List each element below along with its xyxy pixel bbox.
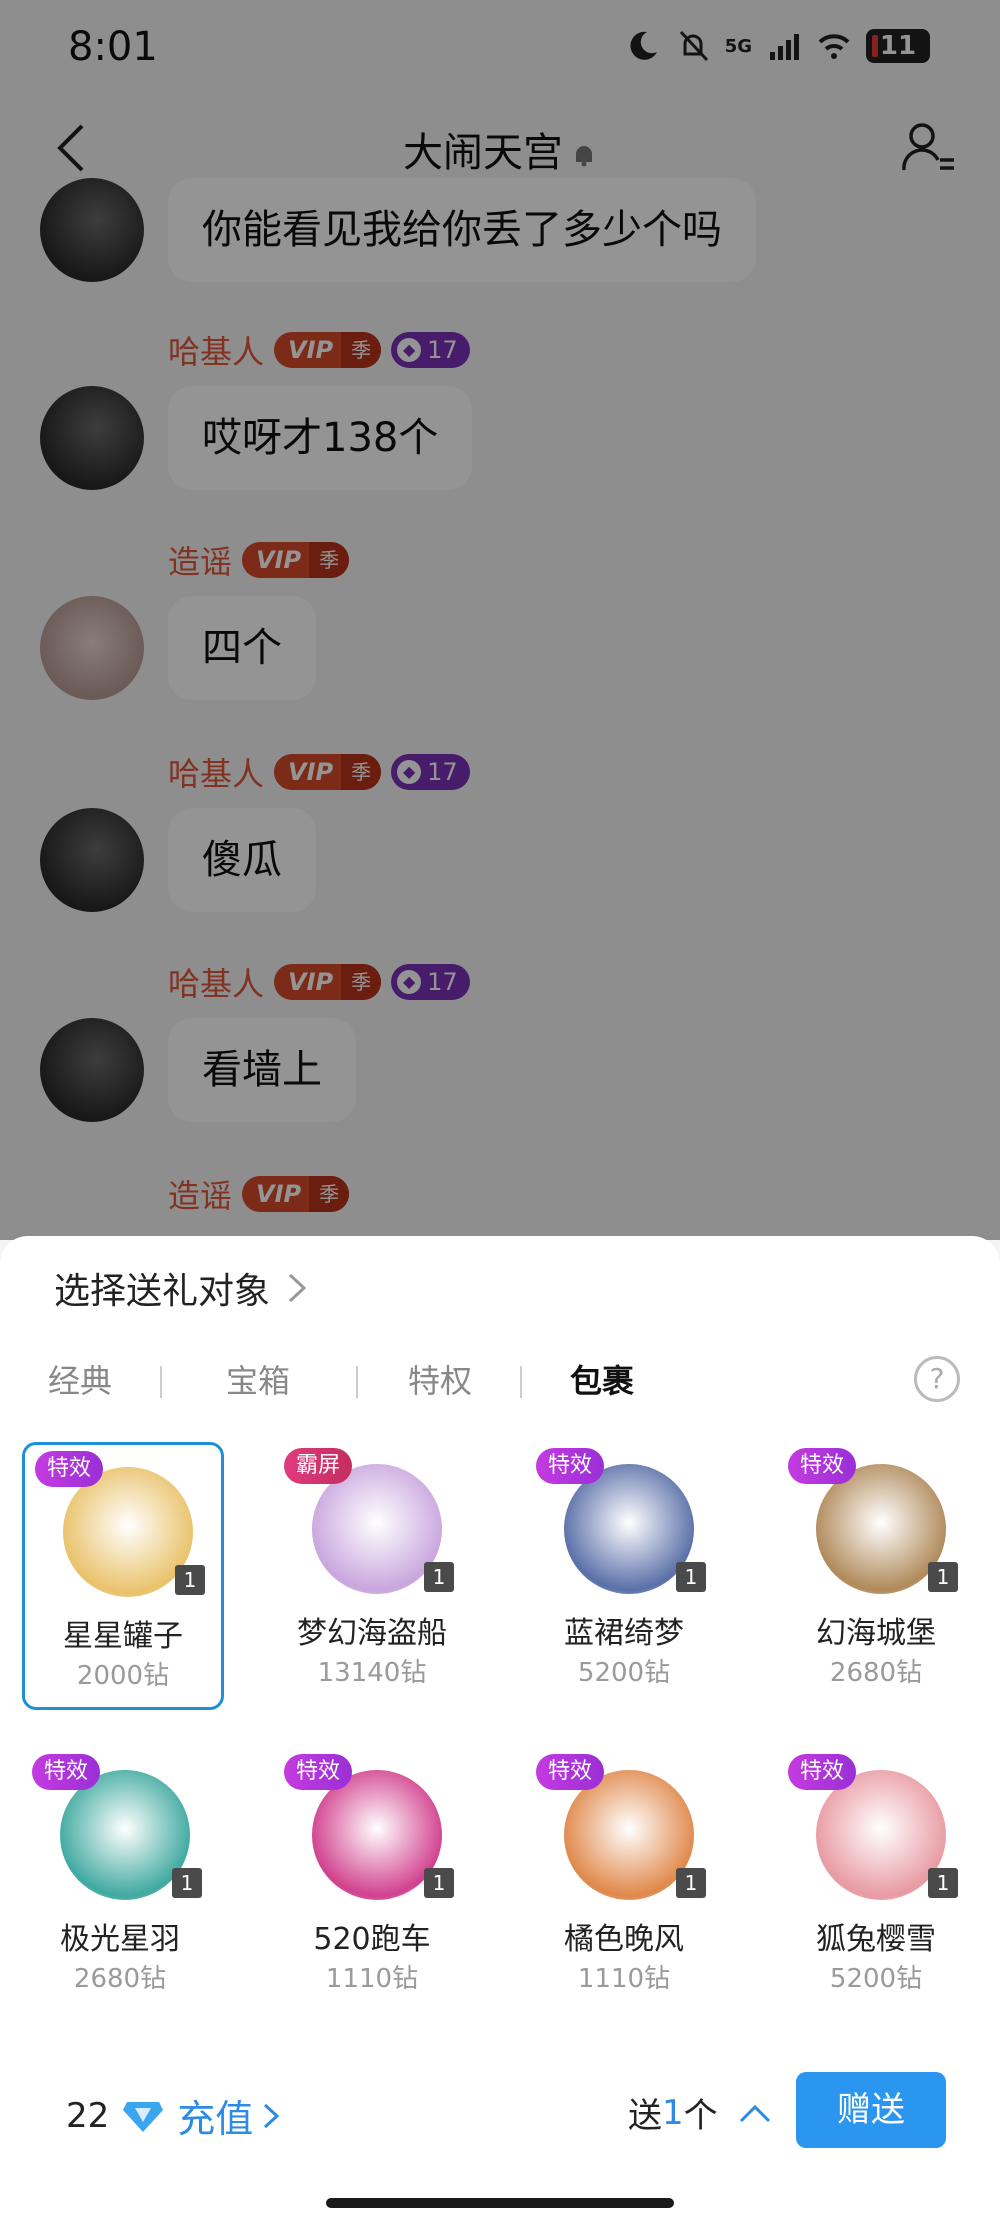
select-recipient[interactable]: 选择送礼对象 xyxy=(54,1262,308,1314)
gift-count: 1 xyxy=(172,1868,202,1898)
gift-item[interactable]: 特效 1 蓝裙绮梦 5200钻 xyxy=(526,1442,722,1704)
gift-price: 5200钻 xyxy=(829,1964,923,1994)
gift-price: 13140钻 xyxy=(317,1658,427,1688)
gift-name: 狐兔樱雪 xyxy=(816,1922,936,1957)
gift-count: 1 xyxy=(928,1868,958,1898)
tab-privilege[interactable]: 特权 xyxy=(408,1356,472,1402)
gift-count: 1 xyxy=(424,1868,454,1898)
gift-tabs: 经典 宝箱 特权 包裹 xyxy=(0,1346,1000,1416)
gift-item[interactable]: 特效 1 520跑车 1110钻 xyxy=(274,1748,470,2010)
send-count: 1 xyxy=(662,2092,684,2133)
gift-tag: 特效 xyxy=(35,1451,104,1487)
gift-panel: 选择送礼对象 经典 宝箱 特权 包裹 ? 特效 1 星星罐子 2000钻 霸屏 1 梦幻海盗… xyxy=(0,1236,1000,2223)
tab-divider xyxy=(356,1366,358,1398)
help-icon[interactable]: ? xyxy=(914,1356,960,1402)
gift-tag: 特效 xyxy=(536,1754,605,1790)
gift-tag: 特效 xyxy=(536,1448,605,1484)
select-recipient-label: 选择送礼对象 xyxy=(54,1271,271,1312)
gift-item[interactable]: 特效 1 橘色晚风 1110钻 xyxy=(526,1748,722,2010)
recharge-button[interactable]: 充值 xyxy=(177,2088,281,2143)
send-prefix: 送 xyxy=(628,2096,662,2136)
gift-price: 5200钻 xyxy=(577,1658,671,1688)
gift-name: 极光星羽 xyxy=(60,1922,180,1957)
gift-tag: 特效 xyxy=(788,1754,857,1790)
chevron-right-icon xyxy=(288,1273,307,1303)
tab-divider xyxy=(520,1366,522,1398)
balance-area: 22 充值 xyxy=(66,2088,281,2143)
tab-backpack[interactable]: 包裹 xyxy=(570,1356,634,1402)
chat-screen: 8:01 5G 11 大闹天宫 你能看见我给你丢了多少个吗 哈基人 VIP 季 ◆… xyxy=(0,0,1000,2223)
gift-item[interactable]: 特效 1 幻海城堡 2680钻 xyxy=(778,1442,974,1704)
gift-name: 蓝裙绮梦 xyxy=(564,1616,684,1651)
gift-price: 1110钻 xyxy=(577,1964,671,1994)
gift-name: 520跑车 xyxy=(313,1922,431,1957)
diamond-balance: 22 xyxy=(66,2095,110,2136)
gift-name: 梦幻海盗船 xyxy=(297,1616,447,1651)
gift-item[interactable]: 特效 1 极光星羽 2680钻 xyxy=(22,1748,218,2010)
gift-item[interactable]: 霸屏 1 梦幻海盗船 13140钻 xyxy=(274,1442,470,1704)
gift-count: 1 xyxy=(175,1565,205,1595)
gift-name: 幻海城堡 xyxy=(816,1616,936,1651)
gift-tag: 特效 xyxy=(32,1754,101,1790)
gift-tag: 霸屏 xyxy=(284,1448,353,1484)
gift-name: 橘色晚风 xyxy=(564,1922,684,1957)
gift-count: 1 xyxy=(424,1562,454,1592)
gift-price: 2680钻 xyxy=(73,1964,167,1994)
chevron-up-icon xyxy=(739,2104,770,2122)
gift-tag: 特效 xyxy=(284,1754,353,1790)
gift-price: 2680钻 xyxy=(829,1658,923,1688)
gift-item[interactable]: 特效 1 狐兔樱雪 5200钻 xyxy=(778,1748,974,2010)
send-suffix: 个 xyxy=(683,2096,718,2136)
diamond-icon xyxy=(123,2101,164,2132)
gift-price: 2000钻 xyxy=(76,1661,170,1691)
gift-count: 1 xyxy=(928,1562,958,1592)
gift-count: 1 xyxy=(676,1868,706,1898)
home-indicator[interactable] xyxy=(326,2198,674,2208)
send-quantity-selector[interactable]: 送1个 xyxy=(628,2088,772,2137)
tab-divider xyxy=(160,1366,162,1398)
send-gift-button[interactable]: 赠送 xyxy=(796,2072,946,2148)
tab-classic[interactable]: 经典 xyxy=(48,1356,112,1402)
gift-count: 1 xyxy=(676,1562,706,1592)
modal-overlay[interactable] xyxy=(0,0,1000,1240)
gift-price: 1110钻 xyxy=(325,1964,419,1994)
gift-name: 星星罐子 xyxy=(63,1619,183,1654)
recharge-label: 充值 xyxy=(177,2097,254,2141)
gift-tag: 特效 xyxy=(788,1448,857,1484)
gift-item[interactable]: 特效 1 星星罐子 2000钻 xyxy=(22,1442,224,1710)
gift-bottom-bar: 22 充值 送1个 赠送 xyxy=(0,2066,1000,2166)
chevron-right-icon xyxy=(264,2103,280,2128)
tab-treasure[interactable]: 宝箱 xyxy=(226,1356,290,1402)
